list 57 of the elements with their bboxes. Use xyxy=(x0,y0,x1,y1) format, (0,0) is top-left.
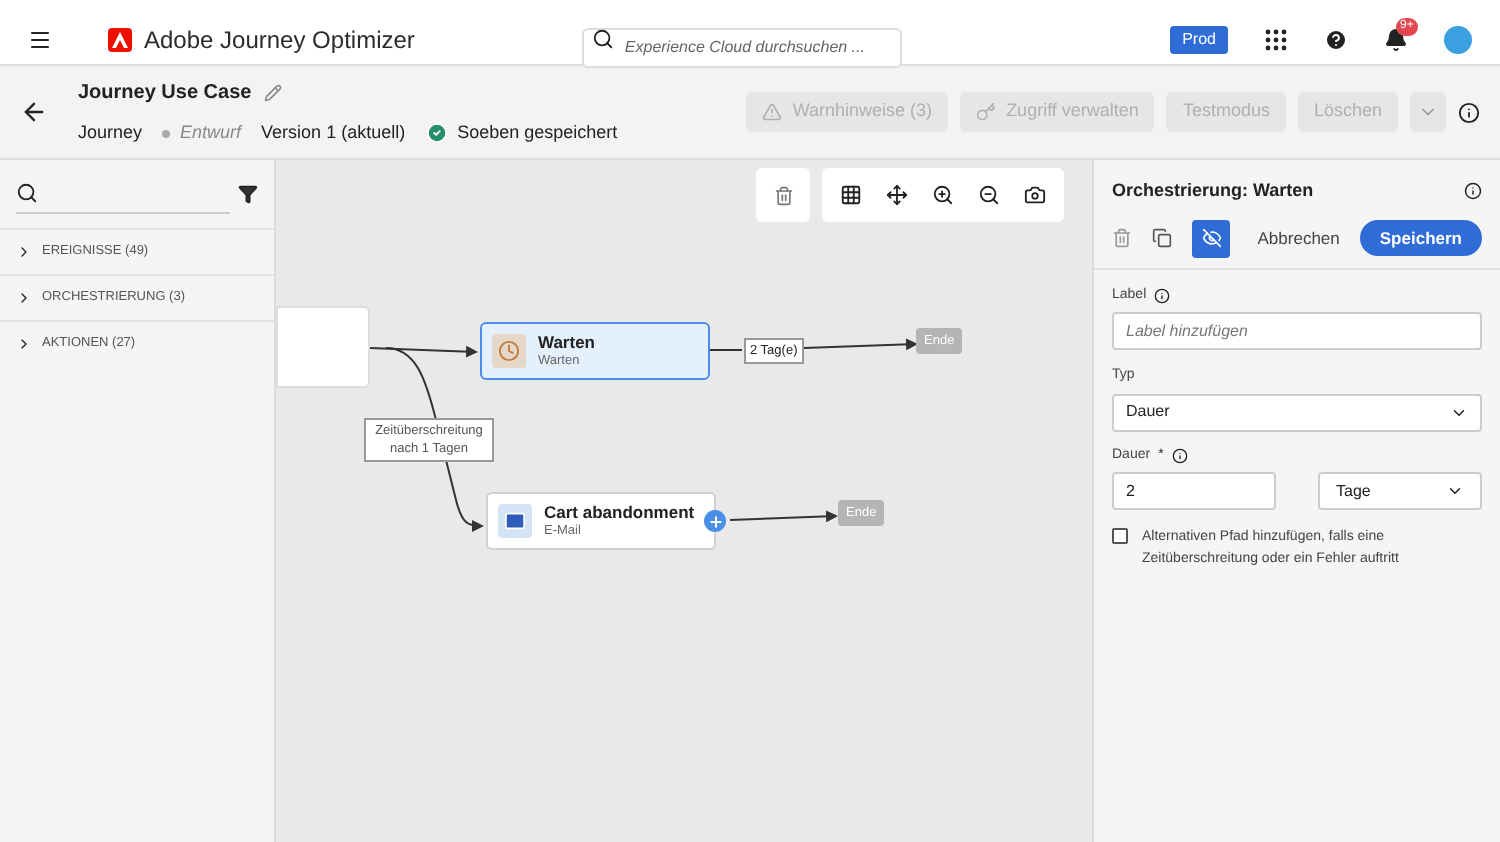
search-icon xyxy=(592,28,615,50)
warning-icon xyxy=(762,102,783,122)
help-icon[interactable] xyxy=(1324,28,1348,52)
info-icon[interactable] xyxy=(1154,287,1171,304)
journey-node[interactable] xyxy=(276,306,370,388)
journey-name: Journey Use Case xyxy=(78,79,252,108)
avatar[interactable] xyxy=(1444,26,1472,54)
apps-icon[interactable] xyxy=(1264,28,1288,52)
connector-arrow xyxy=(729,510,838,523)
chevron-icon xyxy=(16,290,32,306)
delete-button[interactable] xyxy=(756,168,810,222)
key-icon xyxy=(976,102,997,122)
node-title: Warten xyxy=(538,332,595,354)
hide-button[interactable] xyxy=(1192,219,1230,257)
type-dropdown[interactable]: Dauer xyxy=(1112,393,1482,431)
journey-version: Version 1 (aktuell) xyxy=(261,119,406,146)
info-icon[interactable] xyxy=(1171,447,1188,464)
cancel-button[interactable]: Abbrechen xyxy=(1257,225,1340,251)
chevron-icon xyxy=(1446,482,1464,500)
zoom-in-icon[interactable] xyxy=(932,184,954,206)
journey-status: Entwurf xyxy=(180,119,242,146)
node-title: Cart abandonment xyxy=(544,502,695,524)
save-status: Soeben gespeichert xyxy=(457,119,618,146)
menu-icon[interactable] xyxy=(28,28,52,52)
connector-arrow xyxy=(803,338,918,351)
panel-title: Orchestrierung: Warten xyxy=(1112,178,1314,204)
add-icon[interactable] xyxy=(704,510,726,532)
chevron-icon xyxy=(16,244,32,260)
checkbox[interactable] xyxy=(1112,528,1128,544)
save-button[interactable]: Speichern xyxy=(1359,220,1482,256)
back-icon[interactable] xyxy=(20,98,48,126)
label-field[interactable]: Label hinzufügen xyxy=(1112,312,1482,350)
zoom-out-icon[interactable] xyxy=(978,184,1000,206)
info-icon[interactable] xyxy=(1464,182,1482,201)
search-field[interactable]: Experience Cloud durchsuchen ... xyxy=(582,27,903,67)
grid-icon[interactable] xyxy=(840,184,862,206)
arrange-icon[interactable] xyxy=(886,184,908,206)
edit-icon[interactable] xyxy=(263,83,282,102)
sandbox-button[interactable]: Prod xyxy=(1170,26,1228,54)
check-icon xyxy=(425,122,448,144)
connector-line xyxy=(709,349,743,351)
camera-icon[interactable] xyxy=(1024,184,1046,206)
unit-dropdown[interactable]: Tage xyxy=(1318,472,1482,510)
info-icon[interactable] xyxy=(1458,101,1480,123)
journey-type: Journey xyxy=(78,119,143,146)
filter-icon[interactable] xyxy=(238,184,258,204)
logo-icon xyxy=(108,28,132,52)
delete-icon[interactable] xyxy=(1112,228,1132,248)
chevron-icon xyxy=(16,336,32,352)
copy-icon[interactable] xyxy=(1152,228,1172,248)
trash-icon xyxy=(773,185,793,205)
app-title: Adobe Journey Optimizer xyxy=(144,24,415,58)
duration-field[interactable]: 2 xyxy=(1112,472,1276,510)
clock-icon xyxy=(498,340,520,362)
search-icon xyxy=(16,182,38,204)
eye-off-icon xyxy=(1201,228,1221,248)
notification-icon[interactable] xyxy=(1384,28,1408,52)
